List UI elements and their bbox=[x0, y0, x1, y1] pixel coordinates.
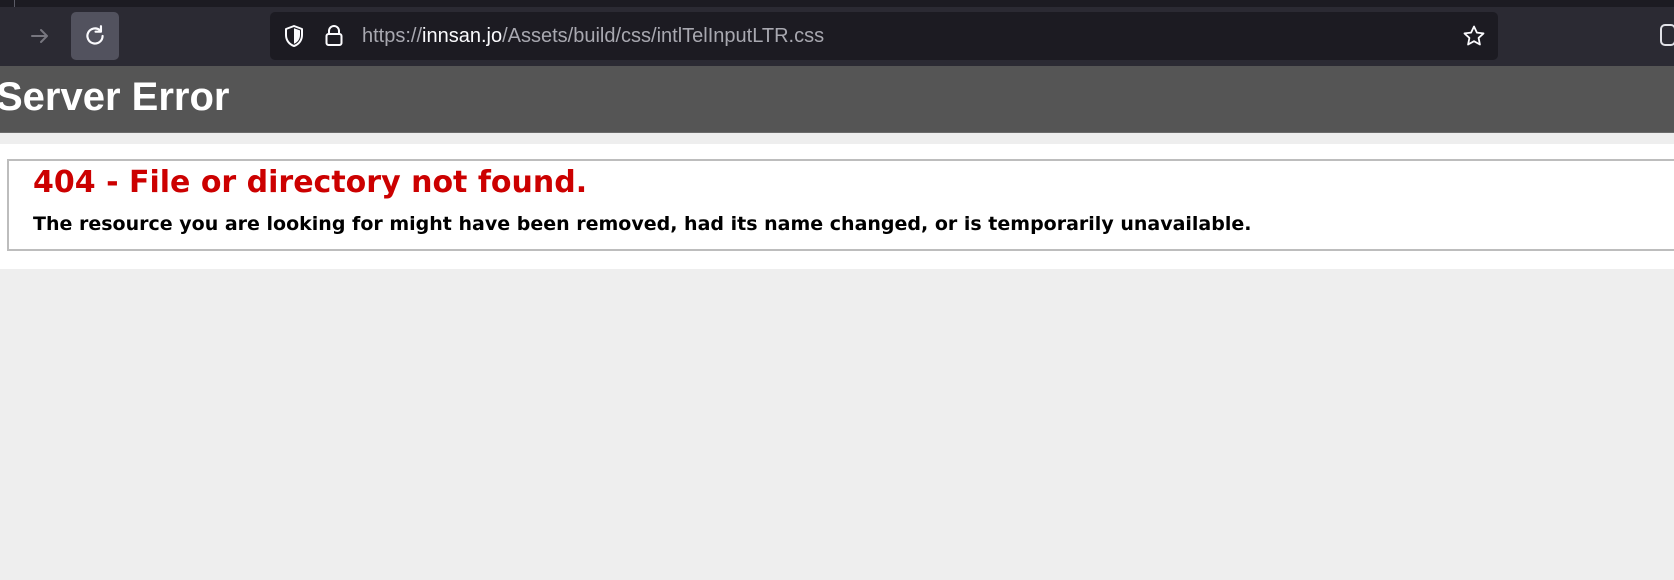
page-header: Server Error bbox=[0, 66, 1674, 133]
forward-arrow-icon bbox=[31, 29, 48, 43]
url-text[interactable]: https://innsan.jo/Assets/build/css/intlT… bbox=[362, 22, 824, 50]
url-scheme: https:// bbox=[362, 25, 423, 47]
address-bar[interactable]: https://innsan.jo/Assets/build/css/intlT… bbox=[270, 12, 1498, 60]
url-host: innsan.jo bbox=[422, 25, 503, 47]
tab-strip bbox=[0, 0, 1674, 7]
browser-toolbar: https://innsan.jo/Assets/build/css/intlT… bbox=[0, 0, 1674, 66]
page-title: Server Error bbox=[0, 75, 230, 119]
content-area: 404 - File or directory not found. The r… bbox=[0, 144, 1674, 269]
bookmark-star-icon[interactable] bbox=[1462, 24, 1486, 48]
tab-divider bbox=[14, 0, 15, 7]
url-path: /Assets/build/css/intlTelInputLTR.css bbox=[502, 25, 825, 47]
reload-icon bbox=[86, 25, 104, 45]
reload-button[interactable] bbox=[71, 12, 119, 60]
error-message: The resource you are looking for might h… bbox=[33, 213, 1252, 235]
pocket-icon[interactable] bbox=[1660, 24, 1674, 46]
error-box: 404 - File or directory not found. The r… bbox=[7, 159, 1674, 251]
error-title: 404 - File or directory not found. bbox=[33, 165, 588, 200]
lock-icon[interactable] bbox=[322, 24, 346, 48]
forward-button[interactable] bbox=[16, 12, 64, 60]
shield-icon[interactable] bbox=[282, 24, 306, 48]
